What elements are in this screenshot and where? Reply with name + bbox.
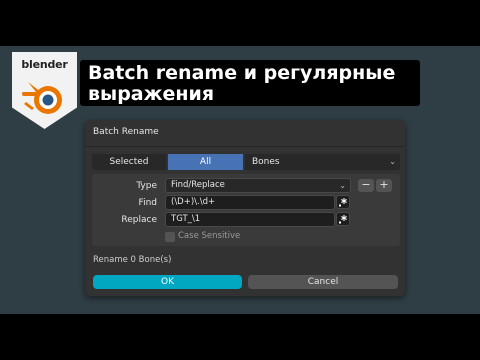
cancel-button[interactable]: Cancel [248,275,398,289]
blender-logo-badge: blender [12,52,77,129]
scope-selected-button[interactable]: Selected [92,154,166,170]
case-sensitive-label: Case Sensitive [178,231,241,241]
find-label: Find [138,198,157,208]
title-line-2: выражения [88,83,215,105]
case-sensitive-checkbox[interactable] [165,232,175,242]
add-button[interactable]: + [376,179,392,192]
cancel-label: Cancel [307,277,339,287]
title-line-1: Batch rename и регулярные [88,62,396,84]
chevron-down-icon: ⌄ [339,181,346,190]
rename-options-panel: Type Find/Replace ⌄ − + Find (\D+)\.\d+ … [92,174,400,246]
scope-selector: Selected All Bones ⌄ [92,154,400,170]
chevron-down-icon: ⌄ [389,157,396,166]
regex-toggle-find[interactable] [336,195,350,209]
regex-toggle-replace[interactable] [336,212,350,226]
replace-value: TGT_\1 [171,214,201,224]
dialog-divider [85,146,405,147]
scope-all-label: All [199,157,212,167]
type-value: Find/Replace [171,180,225,190]
scope-selected-label: Selected [109,157,149,167]
replace-label: Replace [121,215,157,225]
letterbox-bottom [0,314,480,360]
data-type-dropdown[interactable]: Bones ⌄ [245,154,400,170]
data-type-value: Bones [252,157,280,167]
scope-all-button[interactable]: All [168,154,243,170]
type-label: Type [136,181,157,191]
rename-count-text: Rename 0 Bone(s) [93,255,172,265]
blender-logo-icon [22,82,62,114]
find-value: (\D+)\.\d+ [171,197,216,207]
ok-button[interactable]: OK [93,275,242,289]
ok-label: OK [161,277,174,287]
batch-rename-dialog: Batch Rename Selected All Bones ⌄ Type F… [85,120,405,296]
regex-icon [339,198,347,207]
find-input[interactable]: (\D+)\.\d+ [165,195,335,210]
dialog-title: Batch Rename [93,127,159,137]
replace-input[interactable]: TGT_\1 [165,212,335,227]
letterbox-top [0,0,480,46]
type-dropdown[interactable]: Find/Replace ⌄ [165,178,351,193]
video-title: Batch rename и регулярные выражения [80,60,420,106]
remove-button[interactable]: − [358,179,374,192]
regex-icon [339,215,347,224]
